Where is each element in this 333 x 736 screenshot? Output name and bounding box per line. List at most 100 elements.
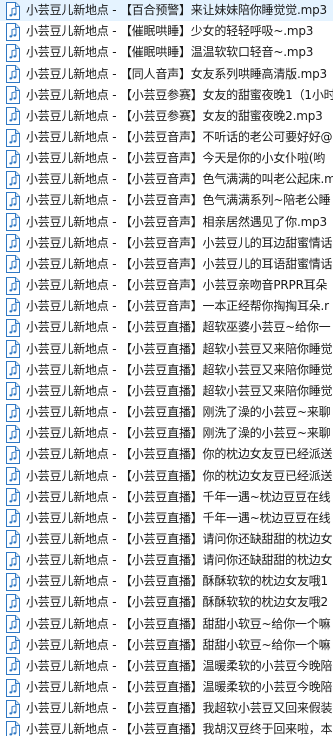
audio-file-icon — [5, 297, 21, 316]
file-name: 小芸豆儿新地点 - 【同人音声】女友系列哄睡高清版.mp3 — [26, 66, 327, 81]
audio-file-icon — [5, 1, 21, 20]
file-name: 小芸豆儿新地点 - 【小芸豆音声】小芸豆儿的耳边甜蜜情话 — [26, 235, 333, 250]
file-row[interactable]: 小芸豆儿新地点 - 【小芸豆直播】甜甜小软豆~给你一个嘛 — [0, 635, 333, 656]
audio-file-icon — [5, 361, 21, 380]
file-row[interactable]: 小芸豆儿新地点 - 【小芸豆直播】超软小芸豆又来陪你睡觉 — [0, 339, 333, 360]
file-name: 小芸豆儿新地点 - 【小芸豆参赛】女友的甜蜜夜晚1（1小时 — [26, 87, 333, 102]
file-row[interactable]: 小芸豆儿新地点 - 【小芸豆直播】刚洗了澡的小芸豆~来聊 — [0, 402, 333, 423]
file-name: 小芸豆儿新地点 - 【小芸豆直播】超软小芸豆又来陪你睡觉 — [26, 383, 333, 398]
audio-file-icon — [5, 530, 21, 549]
file-name: 小芸豆儿新地点 - 【小芸豆直播】你的枕边女友豆已经派送 — [26, 447, 333, 462]
audio-file-icon — [5, 170, 21, 189]
file-row[interactable]: 小芸豆儿新地点 - 【小芸豆音声】小芸豆儿的耳语甜蜜情话 — [0, 254, 333, 275]
file-row[interactable]: 小芸豆儿新地点 - 【小芸豆直播】酥酥软软的枕边女友哦2 — [0, 592, 333, 613]
file-name: 小芸豆儿新地点 - 【小芸豆直播】刚洗了澡的小芸豆~来聊 — [26, 426, 331, 441]
file-row[interactable]: 小芸豆儿新地点 - 【小芸豆直播】请问你还缺甜甜的枕边女 — [0, 550, 333, 571]
file-row[interactable]: 小芸豆儿新地点 - 【小芸豆直播】请问你还缺甜甜的枕边女 — [0, 529, 333, 550]
file-row[interactable]: 小芸豆儿新地点 - 【小芸豆直播】超软小芸豆又来陪你睡觉 — [0, 381, 333, 402]
file-name: 小芸豆儿新地点 - 【小芸豆直播】我胡汉豆终于回来啦，本 — [26, 722, 333, 736]
file-row[interactable]: 小芸豆儿新地点 - 【催眠哄睡】少女的轻轻呼吸~.mp3 — [0, 21, 333, 42]
audio-file-icon — [5, 572, 21, 591]
file-name: 小芸豆儿新地点 - 【小芸豆直播】请问你还缺甜甜的枕边女 — [26, 531, 333, 546]
file-row[interactable]: 小芸豆儿新地点 - 【小芸豆直播】温暖柔软的小芸豆今晚陪 — [0, 656, 333, 677]
file-row[interactable]: 小芸豆儿新地点 - 【催眠哄睡】温温软软口轻音~.mp3 — [0, 42, 333, 63]
file-row[interactable]: 小芸豆儿新地点 - 【小芸豆直播】我胡汉豆终于回来啦，本 — [0, 719, 333, 736]
audio-file-icon — [5, 213, 21, 232]
file-row[interactable]: 小芸豆儿新地点 - 【小芸豆音声】今天是你的小女仆啦(哟 — [0, 148, 333, 169]
file-row[interactable]: 小芸豆儿新地点 - 【小芸豆直播】你的枕边女友豆已经派送 — [0, 444, 333, 465]
audio-file-icon — [5, 699, 21, 718]
file-name: 小芸豆儿新地点 - 【小芸豆音声】色气满满的叫老公起床.m — [26, 172, 333, 187]
file-row[interactable]: 小芸豆儿新地点 - 【小芸豆音声】色气满满系列~陪老公睡 — [0, 190, 333, 211]
file-name: 小芸豆儿新地点 - 【百合预警】来让妹妹陪你睡觉觉.mp3 — [26, 3, 327, 18]
audio-file-icon — [5, 107, 21, 126]
audio-file-icon — [5, 615, 21, 634]
audio-file-icon — [5, 43, 21, 62]
file-row[interactable]: 小芸豆儿新地点 - 【小芸豆音声】相亲居然遇见了你.mp3 — [0, 212, 333, 233]
file-name: 小芸豆儿新地点 - 【小芸豆音声】今天是你的小女仆啦(哟 — [26, 151, 326, 166]
audio-file-icon — [5, 593, 21, 612]
audio-file-icon — [5, 86, 21, 105]
file-name: 小芸豆儿新地点 - 【小芸豆直播】请问你还缺甜甜的枕边女 — [26, 553, 333, 568]
file-row[interactable]: 小芸豆儿新地点 - 【小芸豆直播】温暖柔软的小芸豆今晚陪 — [0, 677, 333, 698]
audio-file-icon — [5, 128, 21, 147]
audio-file-icon — [5, 488, 21, 507]
file-name: 小芸豆儿新地点 - 【小芸豆直播】刚洗了澡的小芸豆~来聊 — [26, 405, 331, 420]
file-name: 小芸豆儿新地点 - 【小芸豆直播】超软小芸豆又来陪你睡觉 — [26, 341, 333, 356]
audio-file-icon — [5, 551, 21, 570]
audio-file-icon — [5, 509, 21, 528]
file-name: 小芸豆儿新地点 - 【小芸豆直播】千年一遇~枕边豆豆在线 — [26, 510, 331, 525]
file-name: 小芸豆儿新地点 - 【小芸豆直播】你的枕边女友豆已经派送 — [26, 468, 333, 483]
file-row[interactable]: 小芸豆儿新地点 - 【小芸豆音声】色气满满的叫老公起床.m — [0, 169, 333, 190]
file-name: 小芸豆儿新地点 - 【小芸豆直播】温暖柔软的小芸豆今晚陪 — [26, 658, 333, 673]
file-name: 小芸豆儿新地点 - 【小芸豆直播】我超软小芸豆又回来假装 — [26, 701, 333, 716]
file-name: 小芸豆儿新地点 - 【小芸豆直播】温暖柔软的小芸豆今晚陪 — [26, 680, 333, 695]
file-name: 小芸豆儿新地点 - 【小芸豆音声】相亲居然遇见了你.mp3 — [26, 214, 327, 229]
file-name: 小芸豆儿新地点 - 【催眠哄睡】温温软软口轻音~.mp3 — [26, 45, 314, 60]
audio-file-icon — [5, 467, 21, 486]
file-row[interactable]: 小芸豆儿新地点 - 【小芸豆参赛】女友的甜蜜夜晚2.mp3 — [0, 106, 333, 127]
file-row[interactable]: 小芸豆儿新地点 - 【小芸豆音声】不听话的老公可要好好@ — [0, 127, 333, 148]
audio-file-icon — [5, 149, 21, 168]
audio-file-icon — [5, 276, 21, 295]
file-name: 小芸豆儿新地点 - 【小芸豆直播】超软小芸豆又来陪你睡觉 — [26, 362, 333, 377]
file-name: 小芸豆儿新地点 - 【小芸豆音声】色气满满系列~陪老公睡 — [26, 193, 331, 208]
file-row[interactable]: 小芸豆儿新地点 - 【小芸豆直播】你的枕边女友豆已经派送 — [0, 465, 333, 486]
file-row[interactable]: 小芸豆儿新地点 - 【小芸豆直播】千年一遇~枕边豆豆在线 — [0, 508, 333, 529]
file-name: 小芸豆儿新地点 - 【小芸豆直播】酥酥软软的枕边女友哦2 — [26, 595, 328, 610]
file-name: 小芸豆儿新地点 - 【小芸豆直播】千年一遇~枕边豆豆在线 — [26, 489, 331, 504]
file-row[interactable]: 小芸豆儿新地点 - 【小芸豆音声】一本正经帮你掏掏耳朵.r — [0, 296, 333, 317]
audio-file-icon — [5, 382, 21, 401]
audio-file-icon — [5, 65, 21, 84]
audio-file-icon — [5, 678, 21, 697]
file-name: 小芸豆儿新地点 - 【小芸豆音声】小芸豆亲吻音PRPR耳朵 — [26, 278, 328, 293]
audio-file-icon — [5, 636, 21, 655]
file-row[interactable]: 小芸豆儿新地点 - 【小芸豆直播】超软小芸豆又来陪你睡觉 — [0, 360, 333, 381]
file-row[interactable]: 小芸豆儿新地点 - 【小芸豆音声】小芸豆儿的耳边甜蜜情话 — [0, 233, 333, 254]
file-row[interactable]: 小芸豆儿新地点 - 【小芸豆参赛】女友的甜蜜夜晚1（1小时 — [0, 85, 333, 106]
audio-file-icon — [5, 424, 21, 443]
file-name: 小芸豆儿新地点 - 【小芸豆直播】甜甜小软豆~给你一个嘛 — [26, 637, 331, 652]
file-row[interactable]: 小芸豆儿新地点 - 【同人音声】女友系列哄睡高清版.mp3 — [0, 63, 333, 84]
file-name: 小芸豆儿新地点 - 【小芸豆音声】不听话的老公可要好好@ — [26, 130, 333, 145]
file-name: 小芸豆儿新地点 - 【小芸豆直播】酥酥软软的枕边女友哦1 — [26, 574, 328, 589]
file-list: 小芸豆儿新地点 - 【百合预警】来让妹妹陪你睡觉觉.mp3 小芸豆儿新地点 - … — [0, 0, 333, 736]
audio-file-icon — [5, 720, 21, 736]
file-row[interactable]: 小芸豆儿新地点 - 【小芸豆音声】小芸豆亲吻音PRPR耳朵 — [0, 275, 333, 296]
file-name: 小芸豆儿新地点 - 【小芸豆直播】超软巫婆小芸豆~给你一 — [26, 320, 331, 335]
file-row[interactable]: 小芸豆儿新地点 - 【小芸豆直播】千年一遇~枕边豆豆在线 — [0, 487, 333, 508]
audio-file-icon — [5, 318, 21, 337]
file-name: 小芸豆儿新地点 - 【小芸豆音声】小芸豆儿的耳语甜蜜情话 — [26, 256, 333, 271]
file-row[interactable]: 小芸豆儿新地点 - 【小芸豆直播】刚洗了澡的小芸豆~来聊 — [0, 423, 333, 444]
file-name: 小芸豆儿新地点 - 【小芸豆音声】一本正经帮你掏掏耳朵.r — [26, 299, 329, 314]
file-row[interactable]: 小芸豆儿新地点 - 【小芸豆直播】我超软小芸豆又回来假装 — [0, 698, 333, 719]
file-name: 小芸豆儿新地点 - 【小芸豆直播】甜甜小软豆~给你一个嘛 — [26, 616, 331, 631]
file-row[interactable]: 小芸豆儿新地点 - 【小芸豆直播】酥酥软软的枕边女友哦1 — [0, 571, 333, 592]
file-row[interactable]: 小芸豆儿新地点 - 【小芸豆直播】超软巫婆小芸豆~给你一 — [0, 317, 333, 338]
audio-file-icon — [5, 403, 21, 422]
audio-file-icon — [5, 657, 21, 676]
audio-file-icon — [5, 191, 21, 210]
file-row[interactable]: 小芸豆儿新地点 - 【百合预警】来让妹妹陪你睡觉觉.mp3 — [0, 0, 333, 22]
file-row[interactable]: 小芸豆儿新地点 - 【小芸豆直播】甜甜小软豆~给你一个嘛 — [0, 614, 333, 635]
file-name: 小芸豆儿新地点 - 【小芸豆参赛】女友的甜蜜夜晚2.mp3 — [26, 108, 323, 123]
